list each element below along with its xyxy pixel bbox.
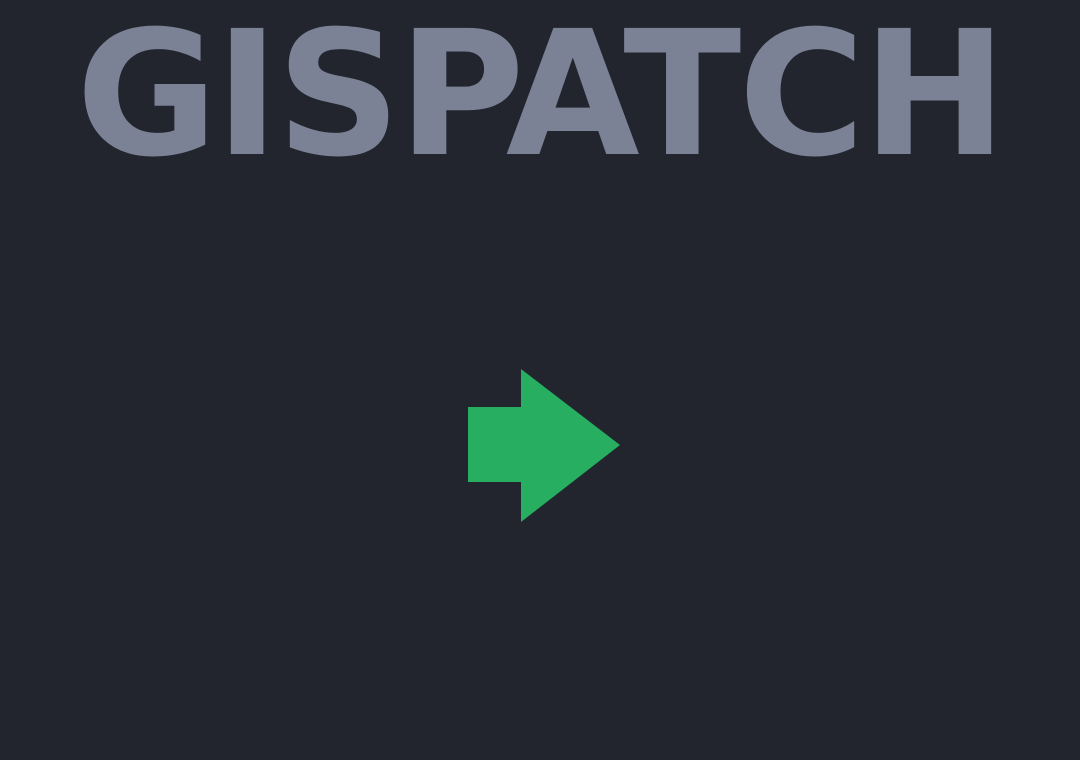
splash-screen: GISPATCH [0, 0, 1080, 760]
arrow-shape [468, 369, 620, 522]
arrow-right-icon[interactable] [468, 369, 620, 522]
app-logo: GISPATCH [75, 0, 1007, 195]
